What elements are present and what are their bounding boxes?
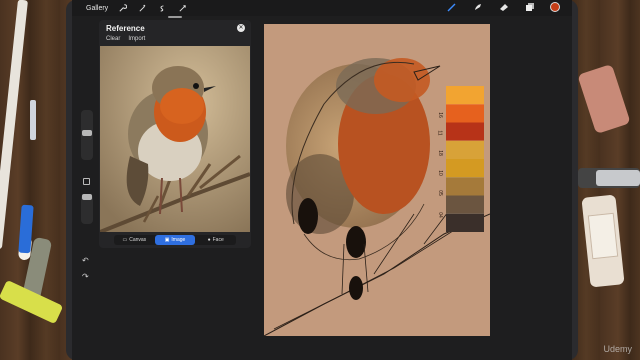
transform-icon[interactable] <box>176 2 188 14</box>
brush-icon[interactable] <box>446 1 458 13</box>
top-toolbar: Gallery <box>72 0 572 16</box>
tab-face[interactable]: ● Face <box>195 235 236 245</box>
opacity-knob[interactable] <box>82 194 92 200</box>
swatch-label: 05 <box>436 190 443 196</box>
face-icon: ● <box>207 237 211 243</box>
gallery-button[interactable]: Gallery <box>86 5 108 12</box>
opacity-slider[interactable] <box>81 194 93 224</box>
brush-size-knob[interactable] <box>82 130 92 136</box>
swatch-label: 11 <box>436 130 443 136</box>
color-swatch <box>446 177 484 196</box>
swatch-label: 16 <box>436 112 443 118</box>
clear-button[interactable]: Clear <box>106 36 120 42</box>
color-swatch <box>446 195 484 214</box>
magic-wand-icon[interactable] <box>136 2 148 14</box>
swatch-label: 04 <box>436 212 443 218</box>
pencil-clip <box>30 100 36 140</box>
tab-canvas[interactable]: ▭ Canvas <box>114 235 155 245</box>
reference-tabs: ▭ Canvas ▣ Image ● Face <box>114 235 236 245</box>
palette-swatches <box>446 86 484 232</box>
undo-icon[interactable]: ↶ <box>82 256 89 265</box>
right-tool-group <box>446 1 560 13</box>
udemy-watermark: Udemy <box>603 344 632 354</box>
import-button[interactable]: Import <box>128 36 145 42</box>
layers-icon[interactable] <box>524 1 536 13</box>
color-swatch <box>446 159 484 178</box>
wrench-icon[interactable] <box>116 2 128 14</box>
reference-title: Reference <box>106 24 145 33</box>
usb-connector <box>596 170 640 186</box>
canvas-icon: ▭ <box>122 237 128 243</box>
color-swatch <box>446 104 484 123</box>
reference-image[interactable] <box>100 46 250 232</box>
reference-drag-handle[interactable] <box>168 16 182 18</box>
redo-icon[interactable]: ↷ <box>82 272 89 281</box>
selection-icon[interactable] <box>156 2 168 14</box>
tab-face-label: Face <box>212 237 224 243</box>
color-picker-button[interactable] <box>550 2 560 12</box>
tab-image[interactable]: ▣ Image <box>154 235 196 245</box>
close-icon[interactable]: ✕ <box>237 24 245 32</box>
eraser-icon[interactable] <box>498 1 510 13</box>
image-icon: ▣ <box>164 237 170 243</box>
smudge-icon[interactable] <box>472 1 484 13</box>
swatch-label: 18 <box>436 150 443 156</box>
color-swatch-strip <box>446 86 484 232</box>
tab-canvas-label: Canvas <box>129 237 147 243</box>
left-sidebar <box>80 96 94 296</box>
color-swatch <box>446 213 484 232</box>
color-swatch <box>446 122 484 141</box>
color-swatch <box>446 140 484 159</box>
reference-actions: Clear Import <box>106 36 145 42</box>
pastel-wrapper-label <box>587 212 619 260</box>
brush-size-slider[interactable] <box>81 110 93 160</box>
modify-button[interactable] <box>83 178 90 185</box>
color-swatch <box>446 86 484 105</box>
tab-image-label: Image <box>171 237 186 243</box>
swatch-label: 10 <box>436 170 443 176</box>
